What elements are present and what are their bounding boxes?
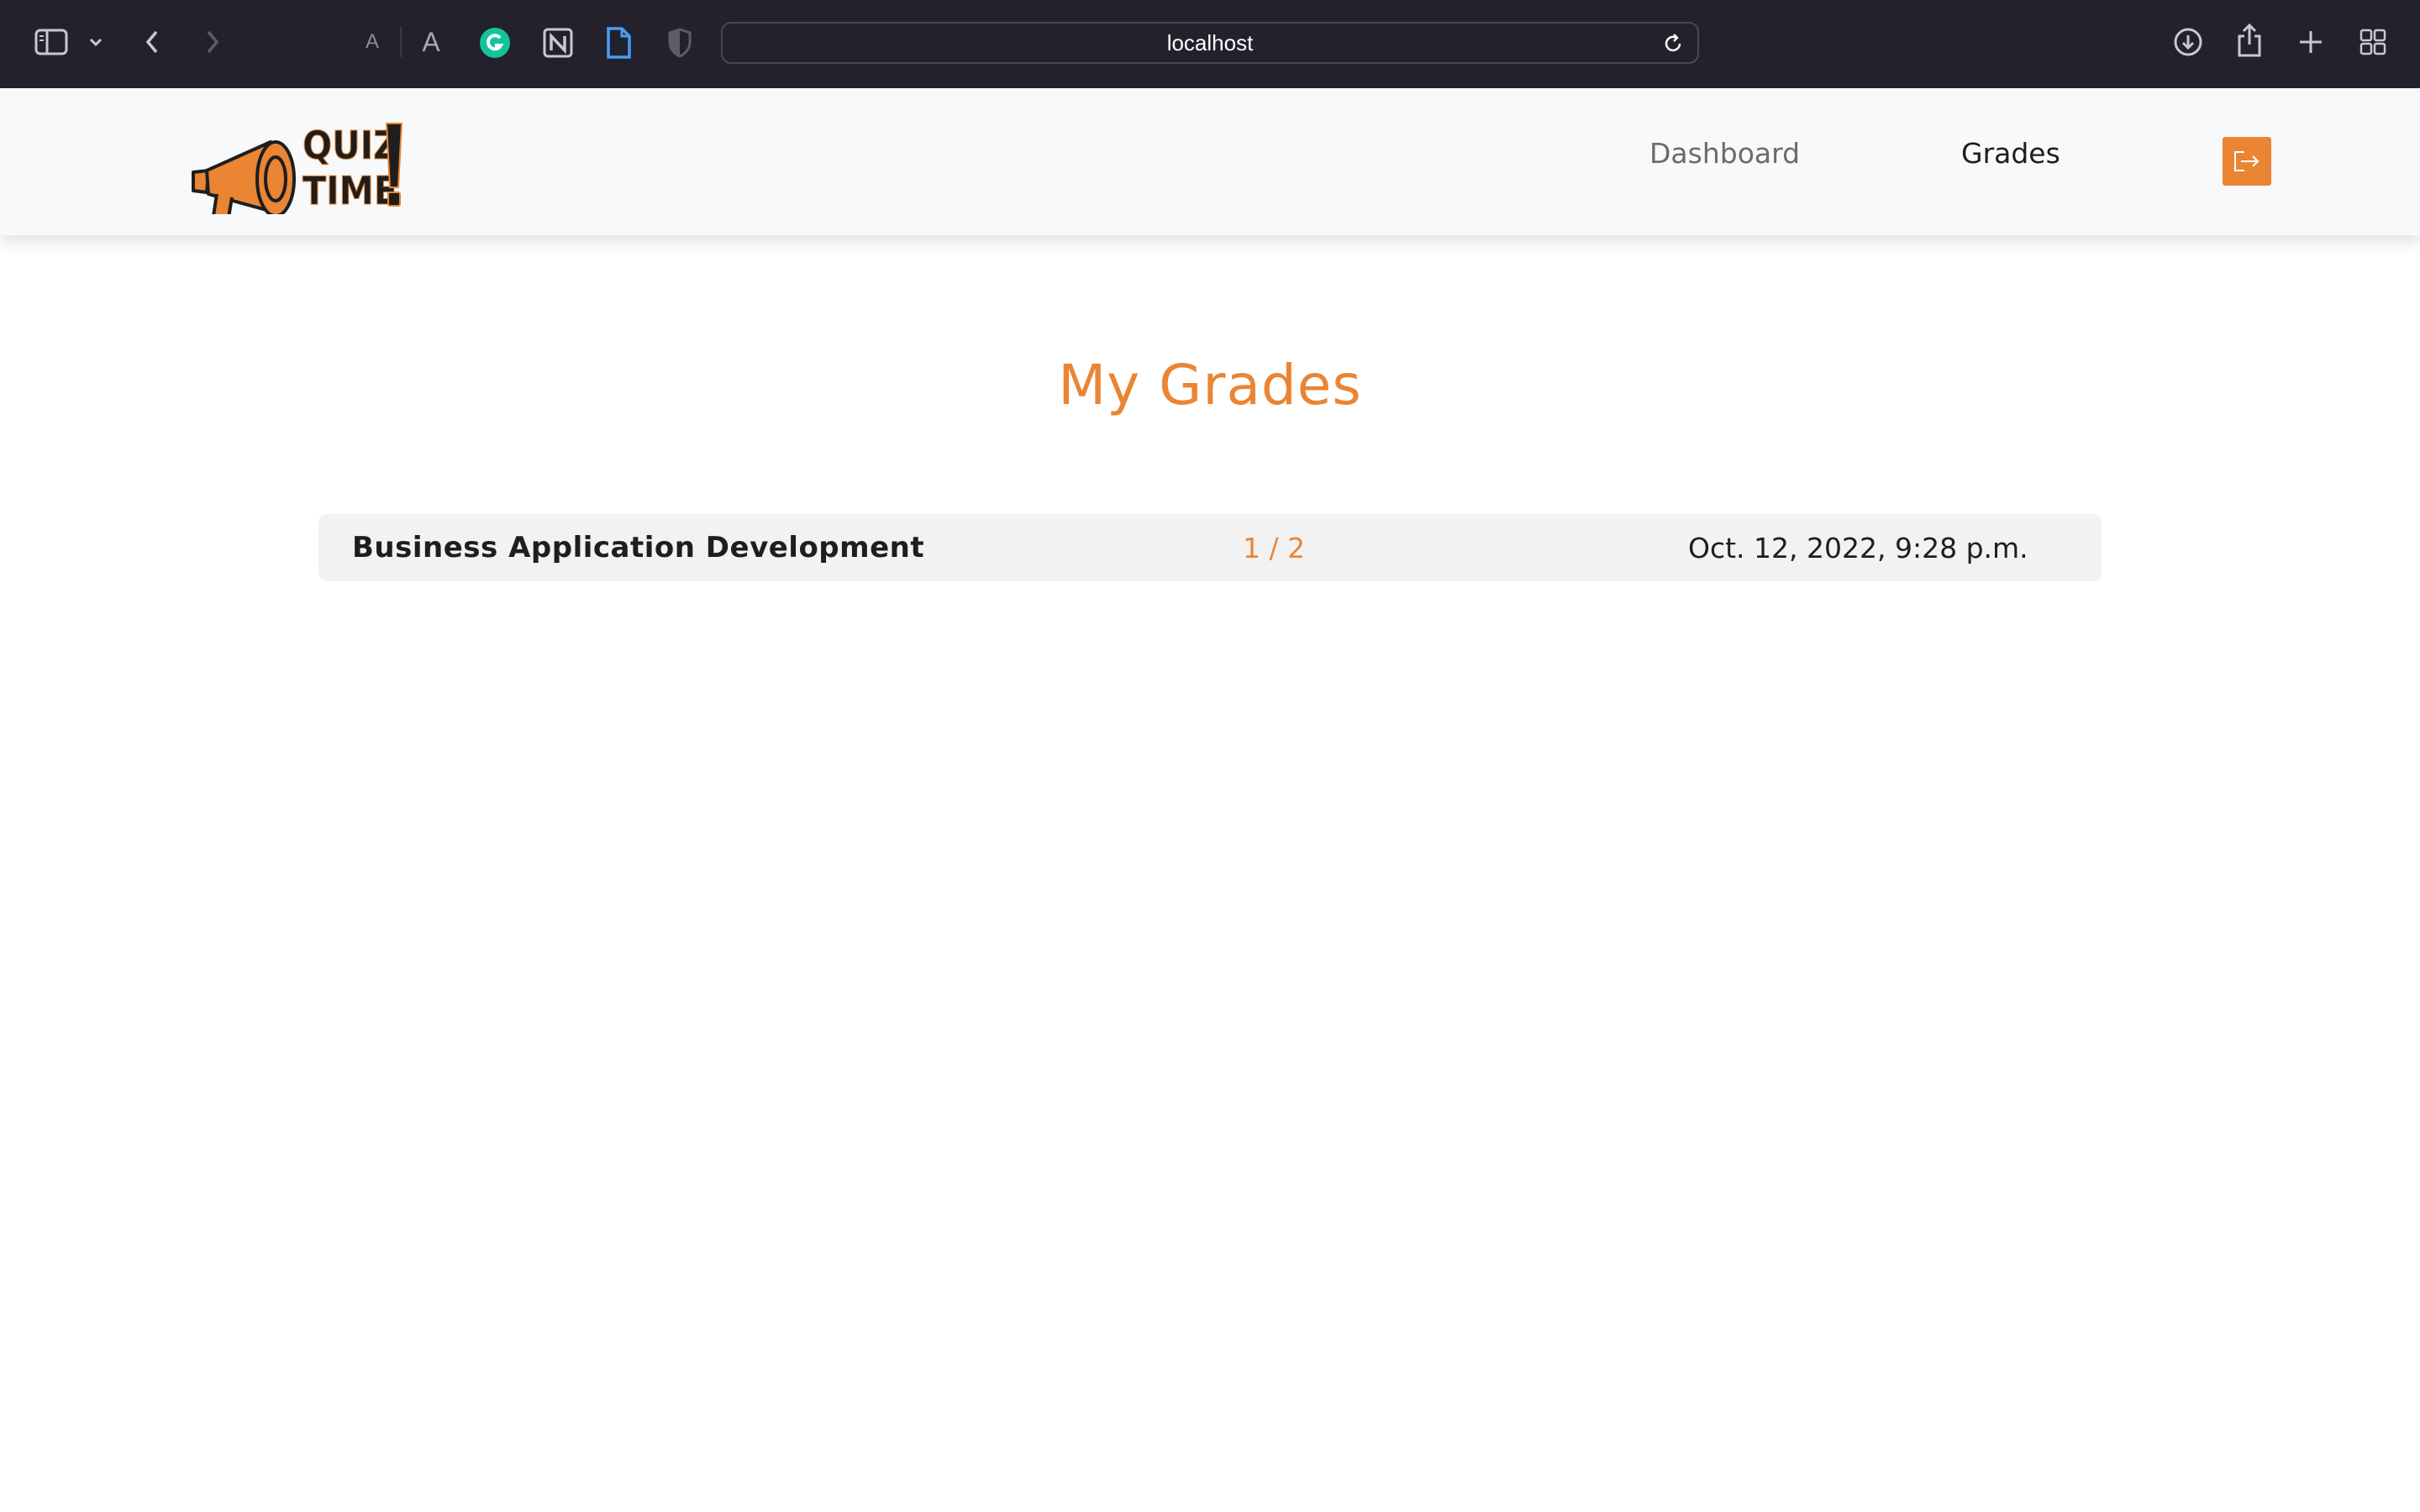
privacy-shield-icon[interactable] xyxy=(666,27,694,59)
chevron-down-icon[interactable] xyxy=(86,32,106,52)
notion-extension-icon[interactable] xyxy=(542,27,574,59)
decrease-font-size-button[interactable]: A xyxy=(360,25,385,59)
downloads-icon[interactable] xyxy=(2171,25,2205,59)
site-navbar: QUIZ TIME Dashboard Grades xyxy=(0,88,2420,235)
logout-button[interactable] xyxy=(2223,137,2271,186)
tab-overview-icon[interactable] xyxy=(2358,27,2388,57)
logo-text-quiz: QUIZ xyxy=(302,123,398,168)
page-title: My Grades xyxy=(1058,353,1362,417)
font-small-icon: A xyxy=(365,30,379,53)
increase-font-size-button[interactable]: A xyxy=(417,24,445,60)
sidebar-toggle-icon[interactable] xyxy=(32,25,71,59)
logo-text-time: TIME xyxy=(302,168,397,213)
grade-row[interactable]: Business Application Development 1 / 2 O… xyxy=(318,514,2102,581)
grade-score: 1 / 2 xyxy=(1243,531,1306,564)
new-tab-icon[interactable] xyxy=(2296,27,2326,57)
url-text: localhost xyxy=(1166,29,1254,55)
grammarly-extension-icon[interactable] xyxy=(479,27,511,59)
reload-icon[interactable] xyxy=(1660,31,1686,56)
nav-link-dashboard[interactable]: Dashboard xyxy=(1649,137,1800,170)
back-arrow-icon[interactable] xyxy=(139,25,165,59)
browser-toolbar: A A localhost xyxy=(0,0,2420,88)
quiz-time-logo[interactable]: QUIZ TIME xyxy=(188,113,403,219)
nav-link-grades[interactable]: Grades xyxy=(1961,137,2060,170)
logout-icon xyxy=(2234,151,2260,171)
grade-course-name: Business Application Development xyxy=(352,531,925,564)
forward-arrow-icon[interactable] xyxy=(200,25,225,59)
font-large-icon: A xyxy=(422,26,440,57)
address-bar[interactable]: localhost xyxy=(721,22,1699,64)
grade-date: Oct. 12, 2022, 9:28 p.m. xyxy=(1688,531,2028,564)
toolbar-divider xyxy=(400,27,402,57)
share-icon[interactable] xyxy=(2233,22,2265,59)
document-extension-icon[interactable] xyxy=(603,25,634,60)
